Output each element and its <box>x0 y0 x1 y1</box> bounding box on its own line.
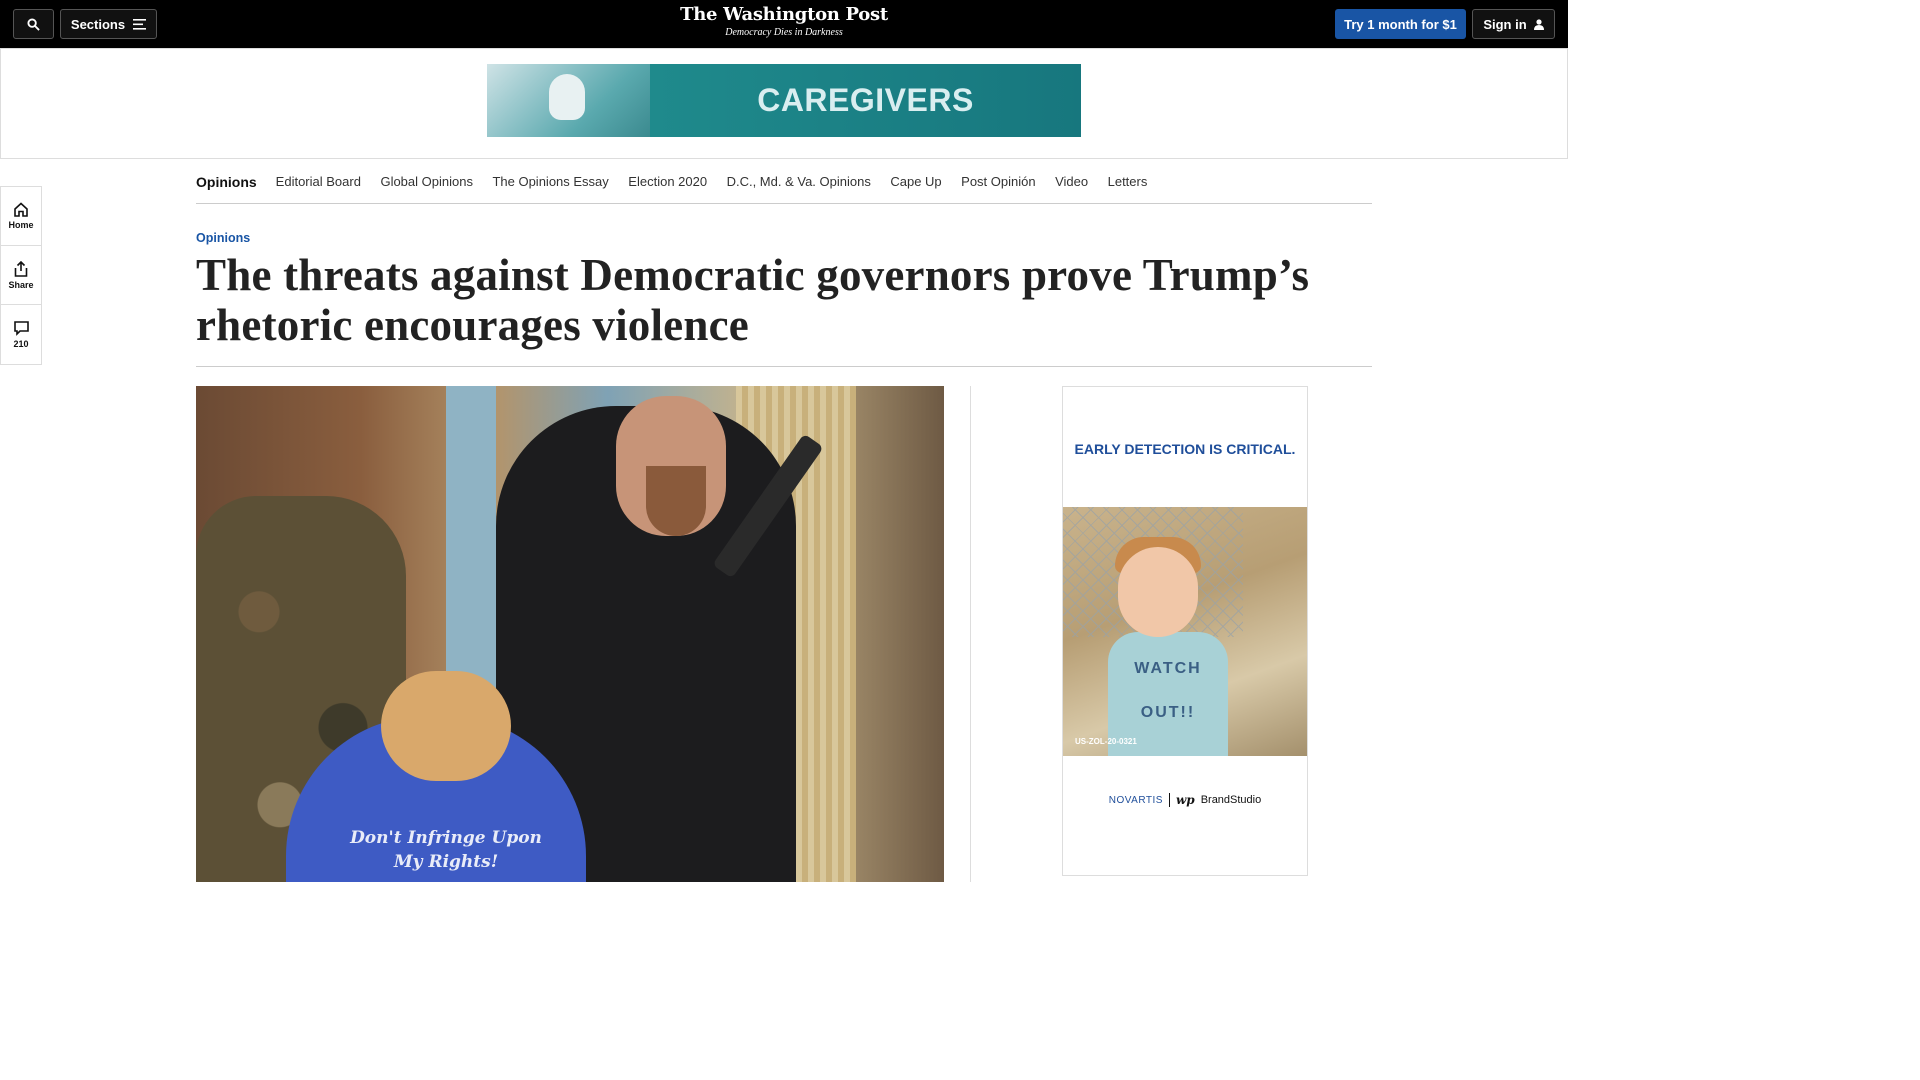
brandstudio-label: BrandStudio <box>1200 794 1262 806</box>
column-divider <box>970 386 971 882</box>
section-nav-election-2020[interactable]: Election 2020 <box>628 174 707 189</box>
section-nav-video[interactable]: Video <box>1055 174 1088 189</box>
opinions-section-nav: Opinions Editorial Board Global Opinions… <box>196 160 1372 204</box>
subscribe-trial-button[interactable]: Try 1 month for $1 <box>1335 9 1466 39</box>
section-nav-opinions-essay[interactable]: The Opinions Essay <box>492 174 608 189</box>
top-navigation-bar: Sections The Washington Post Democracy D… <box>0 0 1568 48</box>
sign-in-label: Sign in <box>1483 16 1527 32</box>
site-brand: The Washington Post Democracy Dies in Da… <box>0 4 1568 38</box>
rail-comments-button[interactable]: 210 <box>1 305 41 364</box>
article-lead-image: Don't Infringe Upon My Rights! <box>196 386 944 882</box>
side-ad-shirt-text: WATCH OUT!! <box>1134 660 1202 721</box>
section-nav-global-opinions[interactable]: Global Opinions <box>380 174 473 189</box>
side-ad-headline: EARLY DETECTION IS CRITICAL. <box>1074 441 1296 457</box>
sponsor-divider <box>1168 793 1170 807</box>
side-ad-code: US-ZOL-20-0321 <box>1075 737 1137 746</box>
section-nav-local-opinions[interactable]: D.C., Md. & Va. Opinions <box>727 174 871 189</box>
section-nav-editorial-board[interactable]: Editorial Board <box>276 174 361 189</box>
headline-divider <box>196 366 1372 367</box>
article-headline: The threats against Democratic governors… <box>196 250 1310 350</box>
comment-icon <box>13 320 29 336</box>
home-icon <box>14 202 28 217</box>
section-nav-letters[interactable]: Letters <box>1108 174 1148 189</box>
section-nav-cape-up[interactable]: Cape Up <box>890 174 941 189</box>
site-tagline: Democracy Dies in Darkness <box>725 27 843 38</box>
side-ad-photo: WATCH OUT!! US-ZOL-20-0321 <box>1063 507 1307 756</box>
ad-headline: CAREGIVERS <box>650 64 1081 137</box>
section-nav-post-opinion[interactable]: Post Opinión <box>961 174 1035 189</box>
site-logo[interactable]: The Washington Post <box>0 4 1568 25</box>
hoodie-text: Don't Infringe Upon My Rights! <box>350 828 542 872</box>
user-icon <box>1533 18 1544 30</box>
wp-logo: wp <box>1175 793 1195 807</box>
ad-photo <box>487 64 650 137</box>
rail-share-label: Share <box>8 279 34 290</box>
article-tools-rail: Home Share 210 <box>0 186 42 365</box>
side-ad-sponsor: NOVARTIS wp BrandStudio <box>1063 793 1307 807</box>
article-kicker[interactable]: Opinions <box>196 231 250 245</box>
rail-share-button[interactable]: Share <box>1 246 41 305</box>
rail-home-label: Home <box>8 220 34 230</box>
rail-home-button[interactable]: Home <box>1 187 41 246</box>
sidebar-advertisement[interactable]: EARLY DETECTION IS CRITICAL. WATCH OUT!!… <box>1062 386 1308 876</box>
share-icon <box>14 260 28 277</box>
novartis-logo: NOVARTIS <box>1108 794 1163 806</box>
rail-comments-count: 210 <box>13 338 29 349</box>
caregivers-ad[interactable]: CAREGIVERS <box>487 64 1081 137</box>
sign-in-button[interactable]: Sign in <box>1472 9 1555 39</box>
section-nav-current[interactable]: Opinions <box>196 174 257 190</box>
